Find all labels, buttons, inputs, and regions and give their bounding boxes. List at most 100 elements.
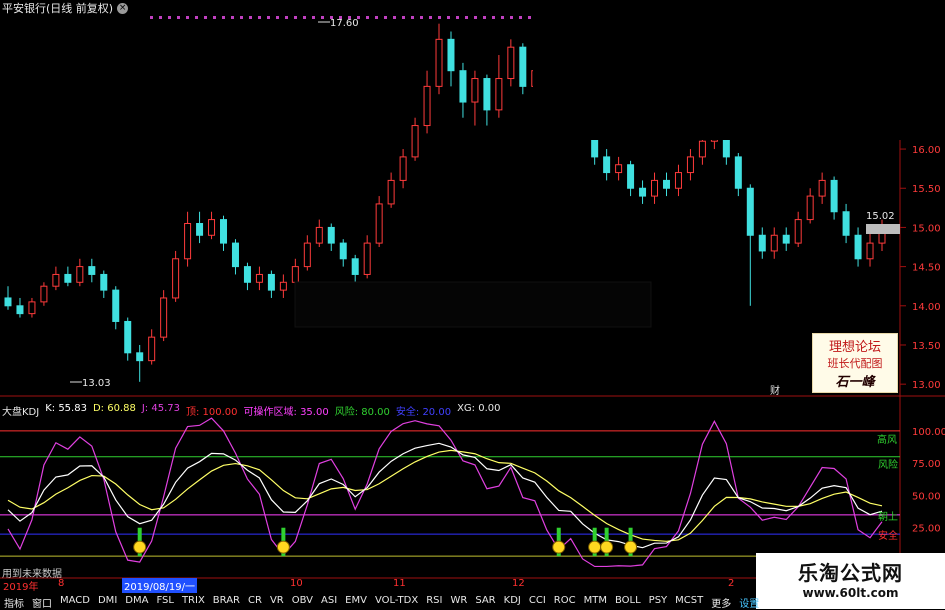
candle (315, 219, 323, 248)
date-axis: 2019年 8 2019/08/19/一 10 11 12 2 (0, 578, 760, 593)
kdj-safe: 安全: 20.00 (395, 407, 452, 418)
tab-sar[interactable]: SAR (471, 593, 499, 609)
candle (100, 270, 108, 298)
label-up: 朝上 (878, 512, 898, 523)
tab-boll[interactable]: BOLL (611, 593, 645, 609)
low-label-text: 13.03 (82, 378, 111, 389)
label-safe: 安全 (878, 531, 898, 542)
kdj-tick-label: 100.00 (912, 427, 945, 438)
top-dot (465, 16, 468, 19)
candle (734, 152, 742, 197)
candle (231, 239, 239, 275)
kdj-name[interactable]: 大盘KDJ (2, 403, 39, 418)
candle (327, 223, 335, 251)
candle (603, 149, 611, 181)
watermark-signature: 石一峰 (835, 375, 875, 390)
top-dot (456, 16, 459, 19)
top-dot (420, 16, 423, 19)
candle (375, 196, 383, 248)
high-label-text: 17.60 (330, 18, 359, 29)
top-dot (159, 16, 162, 19)
tab-dma[interactable]: DMA (121, 593, 152, 609)
tab-vr[interactable]: VR (266, 593, 288, 609)
tab-roc[interactable]: ROC (550, 593, 580, 609)
candle (16, 297, 24, 318)
candle (363, 235, 371, 279)
candle (4, 286, 12, 310)
label-high-risk: 高风 (877, 435, 897, 446)
tab-kdj[interactable]: KDJ (500, 593, 525, 609)
candle (639, 180, 647, 204)
tab-dmi[interactable]: DMI (94, 593, 121, 609)
top-dot (177, 16, 180, 19)
date-month-4: 12 (512, 578, 525, 589)
candle (399, 149, 407, 189)
tab-emv[interactable]: EMV (341, 593, 371, 609)
kdj-axis: 100.00 75.00 50.00 25.00 (912, 427, 945, 535)
top-dot (168, 16, 171, 19)
tab-rsi[interactable]: RSI (422, 593, 446, 609)
forum-watermark: 理想论坛 班长代配图 石一峰 (812, 333, 898, 393)
candle (387, 172, 395, 208)
tab-cr[interactable]: CR (244, 593, 266, 609)
candle (172, 250, 180, 302)
tab-wr[interactable]: WR (446, 593, 471, 609)
top-dot (267, 16, 270, 19)
cursor-date: 2019/08/19/一 (122, 578, 198, 593)
candle (267, 270, 275, 298)
candle (519, 43, 527, 95)
candle (627, 160, 635, 197)
candle (758, 227, 766, 259)
low-label: 13.03 (70, 378, 111, 389)
candle (351, 254, 359, 283)
d-curve (7, 449, 883, 542)
chart-canvas[interactable]: 16.00 15.50 15.00 14.50 14.00 13.50 13.00 17.6… (0, 0, 945, 609)
candle (782, 227, 790, 251)
current-price-text: 15.02 (866, 211, 895, 222)
price-tick-label: 15.00 (912, 223, 941, 234)
top-dot (411, 16, 414, 19)
top-dot (186, 16, 189, 19)
tab-asi[interactable]: ASI (317, 593, 341, 609)
tab-mtm[interactable]: MTM (580, 593, 611, 609)
tab-psy[interactable]: PSY (645, 593, 672, 609)
watermark-line2: 班长代配图 (827, 357, 883, 370)
candle (112, 286, 120, 330)
top-dot (501, 16, 504, 19)
date-year: 2019年 (3, 582, 39, 593)
tab-mcst[interactable]: MCST (671, 593, 707, 609)
date-month-5: 2 (728, 578, 735, 589)
top-dot (492, 16, 495, 19)
tab-设置[interactable]: 设置 (735, 593, 763, 610)
kdj-tick-label: 75.00 (912, 459, 941, 470)
finance-marker[interactable]: 财 (770, 384, 780, 397)
tab-vol-tdx[interactable]: VOL-TDX (371, 593, 422, 609)
price-tick-label: 13.50 (912, 341, 941, 352)
tab-brar[interactable]: BRAR (209, 593, 244, 609)
candle (447, 31, 455, 87)
tab-cci[interactable]: CCI (525, 593, 550, 609)
tab-指标[interactable]: 指标 (0, 593, 28, 610)
candle (411, 117, 419, 161)
buy-signal (133, 527, 147, 557)
top-dot (231, 16, 234, 19)
tab-macd[interactable]: MACD (56, 593, 94, 609)
tab-fsl[interactable]: FSL (152, 593, 178, 609)
tab-窗口[interactable]: 窗口 (28, 593, 56, 610)
top-dot (285, 16, 288, 19)
date-month-2: 10 (290, 578, 303, 589)
tab-obv[interactable]: OBV (288, 593, 317, 609)
candle (806, 188, 814, 224)
label-risk: 风险 (878, 460, 898, 471)
indicator-tabs: 指标 窗口 MACD DMI DMA FSL TRIX BRAR CR VR OBV ASI EMV VO… (0, 593, 945, 610)
top-dot (384, 16, 387, 19)
tab-trix[interactable]: TRIX (178, 593, 209, 609)
candle (794, 211, 802, 248)
candle (770, 227, 778, 259)
top-dot (528, 16, 531, 19)
candle (255, 266, 263, 291)
candle (64, 266, 72, 287)
tab-更多[interactable]: 更多 (707, 593, 735, 610)
watermark-line1: 理想论坛 (828, 340, 881, 355)
candle (830, 176, 838, 220)
